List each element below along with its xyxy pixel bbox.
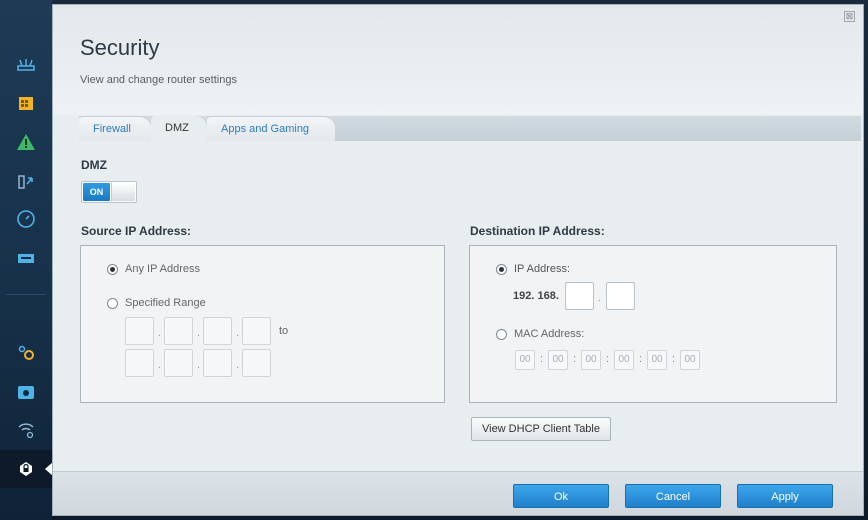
sidebar-divider — [6, 294, 46, 295]
dot-separator: . — [598, 292, 602, 304]
range-start-octet-2[interactable] — [164, 317, 193, 345]
sidebar-item-security[interactable] — [0, 450, 53, 488]
dot-separator: . — [158, 359, 162, 371]
sidebar-item-speed-test[interactable] — [0, 200, 52, 238]
dot-separator: . — [236, 359, 240, 371]
mac-address-radio[interactable] — [496, 328, 507, 340]
tab-apps-and-gaming[interactable]: Apps and Gaming — [207, 116, 335, 141]
view-dhcp-client-table-button[interactable]: View DHCP Client Table — [471, 417, 611, 441]
specified-range-radio[interactable] — [107, 297, 118, 309]
sidebar-item-connectivity[interactable] — [0, 334, 52, 372]
dmz-label: DMZ — [81, 158, 107, 172]
mac-octet-1[interactable]: 00 — [515, 350, 535, 370]
mac-octet-6[interactable]: 00 — [680, 350, 700, 370]
toolkit-icon — [18, 386, 34, 399]
speed-icon — [17, 210, 35, 228]
any-ip-label: Any IP Address — [125, 263, 201, 275]
ip-address-radio[interactable] — [496, 263, 507, 275]
colon-separator: : — [573, 353, 577, 365]
range-end-octet-4[interactable] — [242, 349, 271, 377]
lock-icon — [20, 462, 32, 476]
dmz-toggle[interactable]: ON — [81, 181, 137, 203]
ip-address-label: IP Address: — [514, 263, 571, 275]
warning-icon — [17, 134, 35, 150]
any-ip-option[interactable]: Any IP Address — [107, 263, 200, 275]
destination-ip-heading: Destination IP Address: — [470, 224, 605, 238]
destination-ip-box: IP Address: 192. 168. . MAC Address: 00 … — [469, 245, 837, 403]
apply-button[interactable]: Apply — [737, 484, 833, 508]
dest-ip-octet-3[interactable] — [565, 282, 594, 310]
source-ip-heading: Source IP Address: — [81, 224, 192, 238]
mac-octet-4[interactable]: 00 — [614, 350, 634, 370]
colon-separator: : — [540, 353, 544, 365]
dot-separator: . — [236, 327, 240, 339]
footer: Ok Cancel Apply — [53, 471, 863, 515]
cancel-button[interactable]: Cancel — [625, 484, 721, 508]
sidebar-item-parental-controls[interactable] — [0, 84, 52, 122]
sidebar-item-usb-storage[interactable] — [0, 239, 52, 277]
ip-prefix: 192. 168. — [513, 290, 559, 302]
sidebar-item-external-storage[interactable] — [0, 373, 52, 411]
colon-separator: : — [639, 353, 643, 365]
dot-separator: . — [197, 359, 201, 371]
mac-octet-3[interactable]: 00 — [581, 350, 601, 370]
mac-address-option[interactable]: MAC Address: — [496, 328, 584, 340]
content-area: DMZ ON Source IP Address: Any IP Address… — [53, 141, 863, 471]
ok-button[interactable]: Ok — [513, 484, 609, 508]
tab-dmz[interactable]: DMZ — [151, 116, 207, 141]
range-end-octet-1[interactable] — [125, 349, 154, 377]
usb-icon — [18, 254, 34, 263]
range-start-octet-4[interactable] — [242, 317, 271, 345]
sidebar-nav — [0, 0, 53, 520]
dot-separator: . — [158, 327, 162, 339]
close-icon[interactable]: ⊠ — [844, 11, 855, 22]
toggle-knob[interactable] — [111, 183, 135, 201]
dot-separator: . — [197, 327, 201, 339]
range-start-octet-1[interactable] — [125, 317, 154, 345]
settings-icon — [18, 345, 34, 360]
any-ip-radio[interactable] — [107, 263, 118, 275]
calendar-icon — [19, 97, 33, 110]
colon-separator: : — [672, 353, 676, 365]
tab-bar: Firewall DMZ Apps and Gaming — [79, 116, 861, 141]
mac-octet-5[interactable]: 00 — [647, 350, 667, 370]
mac-address-label: MAC Address: — [514, 328, 585, 340]
dest-ip-octet-4[interactable] — [606, 282, 635, 310]
specified-range-label: Specified Range — [125, 297, 206, 309]
page-subtitle: View and change router settings — [80, 74, 237, 86]
to-label: to — [279, 325, 289, 337]
main-panel: ⊠ Security View and change router settin… — [52, 4, 864, 516]
toggle-on-label: ON — [83, 183, 110, 201]
range-end-octet-2[interactable] — [164, 349, 193, 377]
tab-firewall[interactable]: Firewall — [79, 116, 151, 141]
router-icon — [17, 59, 35, 71]
source-ip-box: Any IP Address Specified Range . . . to … — [80, 245, 445, 403]
wifi-icon — [18, 423, 34, 439]
ip-address-option[interactable]: IP Address: — [496, 263, 570, 275]
app-window: ⊠ Security View and change router settin… — [0, 0, 868, 520]
colon-separator: : — [606, 353, 610, 365]
range-start-octet-3[interactable] — [203, 317, 232, 345]
devices-icon — [18, 175, 33, 189]
mac-octet-2[interactable]: 00 — [548, 350, 568, 370]
range-end-octet-3[interactable] — [203, 349, 232, 377]
page-title: Security — [80, 35, 160, 60]
sidebar-item-wireless[interactable] — [0, 411, 52, 449]
sidebar-item-network-map[interactable] — [0, 46, 52, 84]
header: ⊠ Security View and change router settin… — [53, 5, 863, 115]
specified-range-option[interactable]: Specified Range — [107, 297, 206, 309]
sidebar-item-troubleshooting[interactable] — [0, 123, 52, 161]
sidebar-item-devices[interactable] — [0, 162, 52, 200]
